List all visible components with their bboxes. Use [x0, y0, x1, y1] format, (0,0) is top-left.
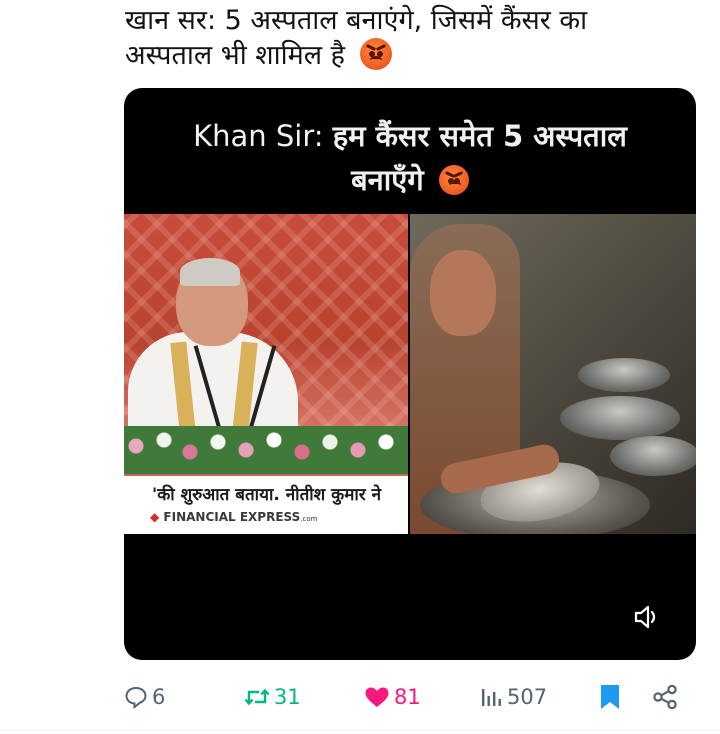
news-ticker: 'की शुरुआत बताया. नीतीश कुमार ने ◆ FINAN… — [124, 476, 408, 534]
tweet-text-line-2-label: अस्पताल भी शामिल है — [125, 40, 346, 71]
views-chart-icon — [482, 689, 501, 706]
angry-face-emoji-icon — [359, 38, 392, 70]
video-caption-line-2: बनाएँगे — [124, 158, 696, 202]
bookmark-icon — [601, 685, 619, 709]
cooking-pot — [578, 358, 670, 392]
reply-button[interactable]: 6 — [124, 680, 165, 714]
video-caption: Khan Sir: हम कैंसर समेत 5 अस्पताल बनाएँग… — [124, 114, 696, 202]
views-count: 507 — [507, 685, 548, 709]
video-frame-speaker: 'की शुरुआत बताया. नीतीश कुमार ने ◆ FINAN… — [124, 214, 408, 534]
caption-prefix: Khan Sir: — [193, 119, 324, 153]
speaker-hair — [180, 258, 240, 286]
ticker-text: 'की शुरुआत बताया. नीतीश कुमार ने — [152, 485, 382, 505]
reply-count: 6 — [152, 685, 166, 709]
video-frame-woman-washing — [410, 214, 696, 534]
news-brand-logo: ◆ FINANCIAL EXPRESS.com — [150, 510, 317, 524]
brand-suffix: .com — [300, 515, 318, 523]
share-icon — [653, 684, 677, 710]
cooking-pot — [610, 436, 696, 476]
reply-icon — [125, 686, 147, 709]
caption-hindi-line-1: हम कैंसर समेत 5 अस्पताल — [332, 119, 627, 153]
retweet-count: 31 — [274, 685, 301, 709]
brand-name: FINANCIAL EXPRESS — [163, 510, 301, 524]
cooking-pot — [560, 396, 680, 440]
angry-face-emoji-icon — [438, 165, 469, 195]
bookmark-button[interactable] — [598, 680, 622, 714]
heart-icon — [365, 687, 389, 707]
retweet-button[interactable]: 31 — [244, 680, 301, 714]
caption-hindi-line-2: बनाएँगे — [351, 163, 424, 197]
retweet-icon — [244, 688, 270, 706]
like-count: 81 — [394, 685, 421, 709]
woman-face — [430, 250, 496, 336]
brand-mark-icon: ◆ — [150, 510, 160, 524]
volume-icon[interactable] — [632, 602, 662, 632]
tweet-text-line-1: खान सर: 5 अस्पताल बनाएंगे, जिसमें कैंसर … — [125, 5, 588, 36]
video-player[interactable]: Khan Sir: हम कैंसर समेत 5 अस्पताल बनाएँग… — [124, 88, 696, 660]
video-caption-line-1: Khan Sir: हम कैंसर समेत 5 अस्पताल — [124, 114, 696, 158]
tweet-text: खान सर: 5 अस्पताल बनाएंगे, जिसमें कैंसर … — [125, 4, 705, 73]
divider — [0, 730, 720, 731]
share-button[interactable] — [652, 680, 678, 714]
views-button[interactable]: 507 — [479, 680, 547, 714]
tweet-action-bar: 6 31 81 507 — [124, 680, 696, 714]
flower-decoration — [124, 426, 408, 474]
tweet-text-line-2: अस्पताल भी शामिल है — [125, 38, 705, 73]
like-button[interactable]: 81 — [364, 680, 421, 714]
